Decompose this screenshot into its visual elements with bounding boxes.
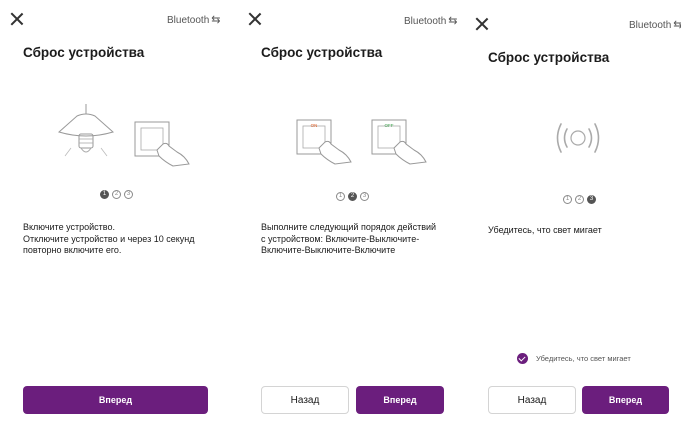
bluetooth-button[interactable]: Bluetooth ⇆ bbox=[167, 13, 220, 26]
reset-step-3-screen: Bluetooth ⇆ Сброс устройства 1 2 3 Убедит… bbox=[464, 0, 681, 448]
page-title: Сброс устройства bbox=[488, 50, 610, 65]
step-dot-1: 1 bbox=[100, 190, 109, 199]
page-title: Сброс устройства bbox=[23, 45, 145, 60]
bluetooth-button[interactable]: Bluetooth ⇆ bbox=[629, 18, 681, 31]
step-dot-1: 1 bbox=[563, 195, 572, 204]
page-title: Сброс устройства bbox=[261, 45, 383, 60]
instruction-text: Включите устройство. Отключите устройств… bbox=[23, 222, 233, 257]
confirm-blinking-checkbox[interactable]: Убедитесь, что свет мигает bbox=[517, 353, 631, 364]
bluetooth-arrows-icon: ⇆ bbox=[448, 15, 458, 27]
ceiling-lamp-illustration bbox=[57, 104, 115, 157]
close-icon[interactable] bbox=[10, 12, 24, 26]
step-dot-2: 2 bbox=[112, 190, 121, 199]
switch-off-label: OFF bbox=[385, 123, 394, 128]
step-dot-3: 3 bbox=[124, 190, 133, 199]
instruction-line: Включите-Выключите-Включите bbox=[261, 245, 396, 255]
back-button[interactable]: Назад bbox=[488, 386, 576, 414]
step-dot-2: 2 bbox=[348, 192, 357, 201]
step-indicator: 1 2 3 bbox=[100, 190, 133, 199]
wall-switch-illustration bbox=[134, 121, 190, 167]
step-dot-3: 3 bbox=[360, 192, 369, 201]
instruction-text: Выполните следующий порядок действий с у… bbox=[261, 222, 461, 257]
instruction-line: повторно включите его. bbox=[23, 245, 122, 255]
bluetooth-button[interactable]: Bluetooth ⇆ bbox=[404, 14, 457, 27]
back-button[interactable]: Назад bbox=[261, 386, 349, 414]
instruction-line: Убедитесь, что свет мигает bbox=[488, 225, 602, 235]
reset-step-2-screen: Bluetooth ⇆ Сброс устройства ON OFF 1 2 3… bbox=[237, 0, 464, 448]
step-dot-1: 1 bbox=[336, 192, 345, 201]
bluetooth-arrows-icon: ⇆ bbox=[673, 19, 681, 31]
confirm-blinking-label: Убедитесь, что свет мигает bbox=[536, 354, 631, 363]
step-dot-3: 3 bbox=[587, 195, 596, 204]
close-icon[interactable] bbox=[248, 12, 262, 26]
step-indicator: 1 2 3 bbox=[336, 192, 369, 201]
close-icon[interactable] bbox=[475, 17, 489, 31]
step-indicator: 1 2 3 bbox=[563, 195, 596, 204]
switch-on-illustration: ON bbox=[296, 119, 352, 165]
bluetooth-label: Bluetooth bbox=[167, 15, 210, 26]
instruction-line: с устройством: Включите-Выключите- bbox=[261, 233, 420, 244]
bluetooth-arrows-icon: ⇆ bbox=[211, 14, 221, 26]
instruction-line: Выполните следующий порядок действий bbox=[261, 222, 437, 232]
bluetooth-label: Bluetooth bbox=[629, 20, 672, 31]
bluetooth-label: Bluetooth bbox=[404, 16, 447, 27]
step-dot-2: 2 bbox=[575, 195, 584, 204]
switch-on-label: ON bbox=[311, 123, 318, 128]
next-button[interactable]: Вперед bbox=[23, 386, 208, 414]
instruction-line: Включите устройство. bbox=[23, 222, 115, 232]
instruction-line: Отключите устройство и через 10 секунд bbox=[23, 233, 195, 244]
reset-step-1-screen: Bluetooth ⇆ Сброс устройства 1 2 3 Включи… bbox=[0, 0, 237, 448]
instruction-text: Убедитесь, что свет мигает bbox=[488, 225, 678, 237]
next-button[interactable]: Вперед bbox=[356, 386, 444, 414]
checkmark-icon bbox=[517, 353, 528, 364]
switch-off-illustration: OFF bbox=[371, 119, 427, 165]
next-button[interactable]: Вперед bbox=[582, 386, 669, 414]
blinking-light-icon bbox=[556, 123, 600, 153]
